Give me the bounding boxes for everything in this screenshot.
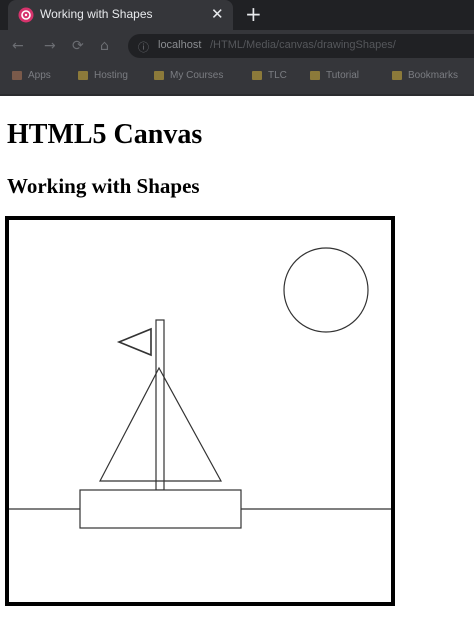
forward-arrow-icon[interactable]: → bbox=[44, 38, 56, 54]
pink-app-icon bbox=[18, 7, 34, 23]
folder-icon bbox=[252, 70, 262, 80]
apps-grid-icon bbox=[12, 70, 22, 80]
bookmarks-bar: Apps Hosting My Courses TLC Tutorial Boo… bbox=[0, 62, 474, 94]
back-arrow-icon[interactable]: ← bbox=[12, 38, 24, 54]
flag-triangle bbox=[116, 327, 152, 357]
url-host: localhost bbox=[158, 39, 202, 51]
folder-icon bbox=[310, 70, 320, 80]
page-title: HTML5 Canvas bbox=[7, 119, 203, 150]
home-icon[interactable]: ⌂ bbox=[100, 38, 109, 54]
hull-rectangle bbox=[79, 489, 242, 529]
address-bar[interactable]: ⓘ localhost /HTML/Media/canvas/drawingSh… bbox=[128, 34, 474, 58]
new-tab-icon[interactable]: + bbox=[245, 3, 262, 25]
bookmark-apps[interactable]: Apps bbox=[12, 70, 51, 86]
sun-circle bbox=[283, 247, 369, 333]
browser-tab-bar: Working with Shapes ✕ + bbox=[0, 0, 474, 30]
bookmark-bookmarks[interactable]: Bookmarks bbox=[392, 70, 458, 86]
bookmark-my-courses[interactable]: My Courses bbox=[154, 70, 223, 86]
chrome-divider bbox=[0, 94, 474, 96]
folder-icon bbox=[78, 70, 88, 80]
bookmark-tlc[interactable]: TLC bbox=[252, 70, 287, 86]
bookmark-hosting[interactable]: Hosting bbox=[78, 70, 128, 86]
mast-rectangle bbox=[155, 319, 165, 491]
url-path: /HTML/Media/canvas/drawingShapes/ bbox=[210, 39, 396, 51]
sail-triangle bbox=[99, 366, 223, 482]
page-subtitle: Working with Shapes bbox=[7, 174, 200, 198]
folder-icon bbox=[392, 70, 402, 80]
browser-toolbar: ← → ⟳ ⌂ ⓘ localhost /HTML/Media/canvas/d… bbox=[0, 30, 474, 62]
tab-title: Working with Shapes bbox=[40, 7, 153, 21]
folder-icon bbox=[154, 70, 164, 80]
close-tab-icon[interactable]: ✕ bbox=[211, 6, 224, 22]
canvas-drawing bbox=[9, 247, 391, 529]
drawing-canvas[interactable] bbox=[5, 216, 395, 606]
info-icon[interactable]: ⓘ bbox=[138, 39, 149, 55]
bookmark-tutorial[interactable]: Tutorial bbox=[310, 70, 359, 86]
browser-tab[interactable]: Working with Shapes ✕ bbox=[8, 0, 233, 30]
reload-icon[interactable]: ⟳ bbox=[72, 38, 84, 54]
